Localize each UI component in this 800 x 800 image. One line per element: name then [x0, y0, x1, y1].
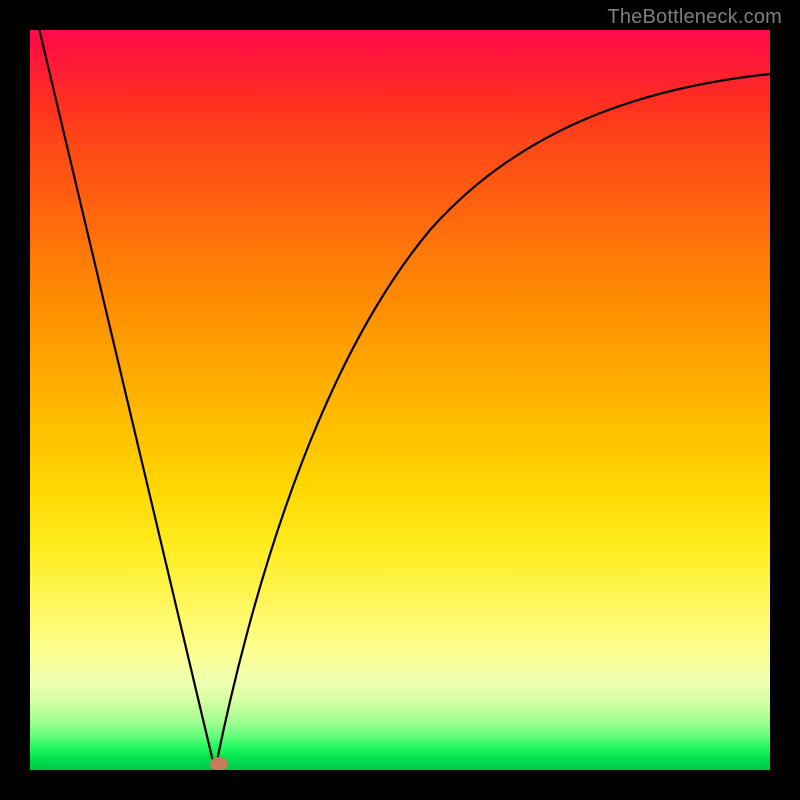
bottleneck-curve: [38, 30, 770, 770]
curve-layer: [30, 30, 770, 770]
plot-area: [30, 30, 770, 770]
chart-frame: TheBottleneck.com: [0, 0, 800, 800]
watermark-text: TheBottleneck.com: [607, 6, 782, 29]
